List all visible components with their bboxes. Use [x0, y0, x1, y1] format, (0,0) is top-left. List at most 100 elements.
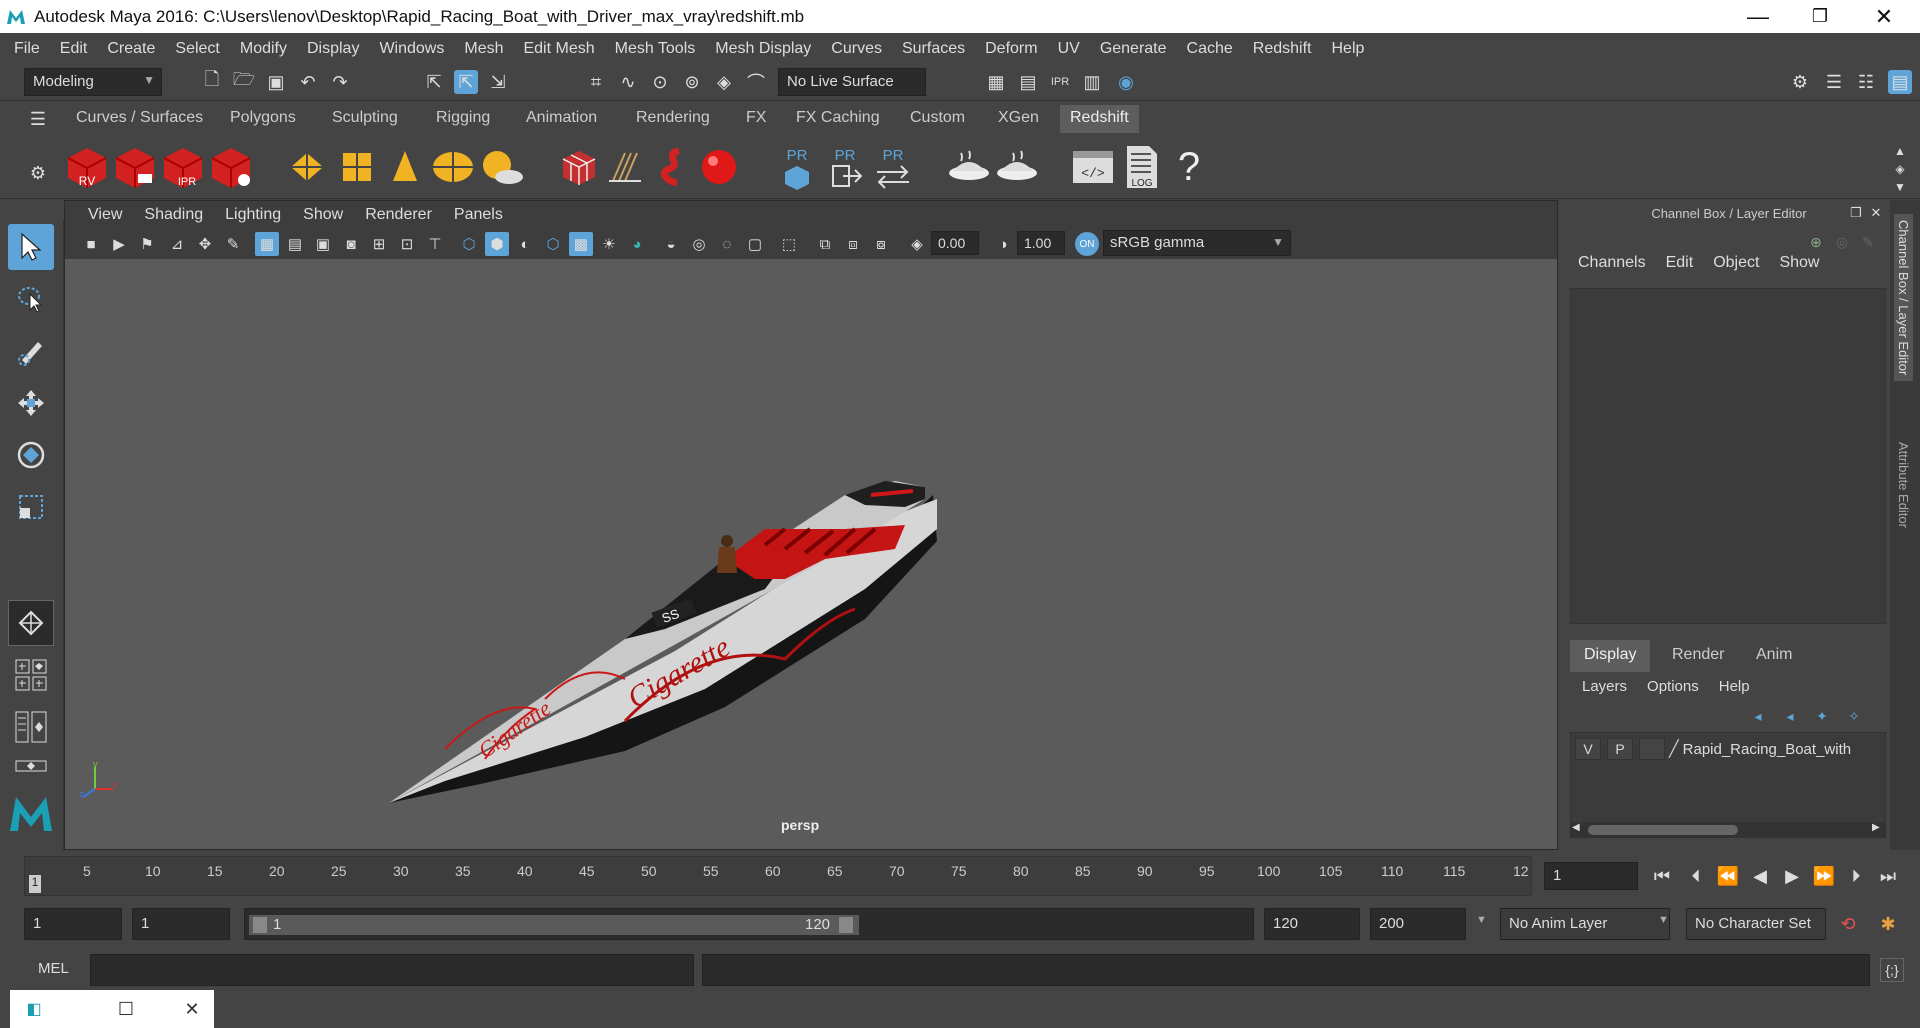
panel-menu-renderer[interactable]: Renderer [354, 206, 443, 224]
pr-export-icon[interactable]: PR [822, 143, 868, 191]
shelf-scroll-down-icon[interactable]: ▼ [1888, 175, 1912, 199]
layer-type-toggle[interactable] [1639, 738, 1665, 760]
save-scene-icon[interactable]: ▣ [264, 70, 288, 94]
layout-more-icon[interactable] [8, 756, 54, 776]
channel-mute-icon[interactable]: ◎ [1830, 230, 1854, 254]
tab-rigging[interactable]: Rigging [426, 105, 500, 133]
snap-curve-icon[interactable]: ∿ [616, 70, 640, 94]
wireframe-on-shaded-icon[interactable]: ⬡ [541, 232, 565, 256]
time-ruler[interactable]: 1 5 10 15 20 25 30 35 40 45 50 55 60 65 … [24, 856, 1532, 896]
menu-display[interactable]: Display [297, 33, 369, 64]
redo-icon[interactable]: ↷ [328, 70, 352, 94]
tab-display[interactable]: Display [1570, 640, 1651, 672]
cmd-language-label[interactable]: MEL [38, 960, 69, 977]
menu-mesh-tools[interactable]: Mesh Tools [605, 33, 706, 64]
layer-scrollbar[interactable]: ◀ ▶ [1570, 822, 1886, 838]
menu-mesh-display[interactable]: Mesh Display [705, 33, 821, 64]
channel-sync-icon[interactable]: ⊕ [1804, 230, 1828, 254]
rotate-tool-icon[interactable] [8, 432, 54, 478]
portal-light-icon[interactable] [334, 143, 380, 191]
auto-key-icon[interactable]: ⟲ [1836, 912, 1860, 936]
panel-menu-panels[interactable]: Panels [443, 206, 514, 224]
range-end-grip[interactable] [839, 917, 853, 933]
gamma-field[interactable]: 1.00 [1017, 231, 1065, 255]
anim-layer-dropdown[interactable]: No Anim Layer [1500, 908, 1670, 940]
motion-blur-icon[interactable]: ◎ [687, 232, 711, 256]
channel-list[interactable] [1570, 288, 1886, 624]
proxy-icon[interactable] [556, 143, 602, 191]
scroll-left-icon[interactable]: ◀ [1572, 822, 1580, 833]
isolate-select-icon[interactable]: ⬚ [777, 232, 801, 256]
xray-components-icon[interactable]: ⧇ [869, 232, 893, 256]
select-tool-icon[interactable] [8, 224, 54, 270]
tab-render[interactable]: Render [1658, 640, 1738, 672]
scroll-right-icon[interactable]: ▶ [1872, 822, 1880, 833]
menu-deform[interactable]: Deform [975, 33, 1047, 64]
menu-modify[interactable]: Modify [230, 33, 297, 64]
layer-menu-layers[interactable]: Layers [1572, 676, 1637, 697]
pr-swap-icon[interactable]: PR [870, 143, 916, 191]
layer-color-icon[interactable]: ╱ [1669, 739, 1679, 759]
move-layer-down-icon[interactable]: ◂ [1778, 704, 1802, 728]
tab-animation[interactable]: Animation [516, 105, 607, 133]
redshift-ipr-icon[interactable]: IPR [160, 143, 206, 191]
chevron-down-icon[interactable]: ▼ [1476, 914, 1487, 926]
scale-tool-icon[interactable] [8, 484, 54, 530]
use-all-lights-icon[interactable]: ☀ [597, 232, 621, 256]
volume-icon[interactable] [650, 143, 696, 191]
open-scene-icon[interactable]: 🗁 [232, 69, 256, 94]
redshift-settings-icon[interactable] [208, 143, 254, 191]
menu-cache[interactable]: Cache [1177, 33, 1243, 64]
snap-grid-icon[interactable]: ⌗ [584, 70, 608, 94]
sun-sky-icon[interactable] [478, 143, 524, 191]
camera-attributes-icon[interactable]: ▶ [107, 232, 131, 256]
layer-visibility-toggle[interactable]: V [1575, 738, 1601, 760]
panel-menu-view[interactable]: View [77, 206, 133, 224]
layer-row[interactable]: V P ╱ Rapid_Racing_Boat_with [1575, 737, 1883, 761]
xray-joints-icon[interactable]: ⧈ [841, 232, 865, 256]
field-chart-icon[interactable]: ⊞ [367, 232, 391, 256]
menu-mesh[interactable]: Mesh [454, 33, 513, 64]
dome-light-icon[interactable] [430, 143, 476, 191]
wireframe-icon[interactable]: ⬡ [457, 232, 481, 256]
anti-aliasing-icon[interactable]: ◌ [715, 232, 739, 256]
close-panel-icon[interactable]: ✕ [1864, 201, 1888, 225]
log-icon[interactable]: LOG [1118, 143, 1164, 191]
snap-point-icon[interactable]: ⊙ [648, 70, 672, 94]
camera-select-icon[interactable]: ■ [79, 232, 103, 256]
tab-anim[interactable]: Anim [1742, 640, 1806, 672]
depth-of-field-icon[interactable]: ▢ [743, 232, 767, 256]
tab-curves-surfaces[interactable]: Curves / Surfaces [66, 105, 213, 133]
live-surface-field[interactable]: No Live Surface [778, 68, 926, 96]
new-scene-icon[interactable]: 🗋 [200, 69, 224, 94]
character-set-dropdown[interactable]: No Character Set [1686, 908, 1826, 940]
safe-title-icon[interactable]: ⊤ [423, 232, 447, 256]
tab-redshift[interactable]: Redshift [1060, 105, 1139, 133]
use-default-material-icon[interactable]: ◐ [513, 232, 537, 256]
view-transform-toggle-icon[interactable]: ON [1075, 232, 1099, 256]
menu-create[interactable]: Create [97, 33, 165, 64]
move-layer-up-icon[interactable]: ◂ [1746, 704, 1770, 728]
side-tab-attribute-editor[interactable]: Attribute Editor [1894, 436, 1913, 534]
paint-select-tool-icon[interactable] [8, 328, 54, 374]
minimized-close-icon[interactable]: ✕ [180, 997, 204, 1021]
menu-surfaces[interactable]: Surfaces [892, 33, 975, 64]
menu-curves[interactable]: Curves [821, 33, 892, 64]
preferences-icon[interactable]: ✱ [1876, 912, 1900, 936]
playback-end-field[interactable]: 120 [1264, 908, 1360, 940]
select-object-icon[interactable]: ⇱ [454, 70, 478, 94]
side-tab-channel-box[interactable]: Channel Box / Layer Editor [1894, 214, 1913, 382]
undo-icon[interactable]: ↶ [296, 70, 320, 94]
sphere-material-icon[interactable] [696, 143, 742, 191]
menu-file[interactable]: File [4, 33, 50, 64]
menu-help[interactable]: Help [1321, 33, 1374, 64]
step-back-frame-icon[interactable]: ⏴ [1684, 864, 1708, 888]
gamma-icon[interactable]: ◑ [991, 232, 1015, 256]
tab-custom[interactable]: Custom [900, 105, 975, 133]
command-input[interactable] [90, 954, 694, 986]
tab-xgen[interactable]: XGen [988, 105, 1049, 133]
start-time-field[interactable]: 1 [24, 908, 122, 940]
render-view-icon[interactable]: ◉ [1114, 70, 1138, 94]
gate-mask-icon[interactable]: ◙ [339, 232, 363, 256]
cb-menu-object[interactable]: Object [1703, 252, 1769, 274]
